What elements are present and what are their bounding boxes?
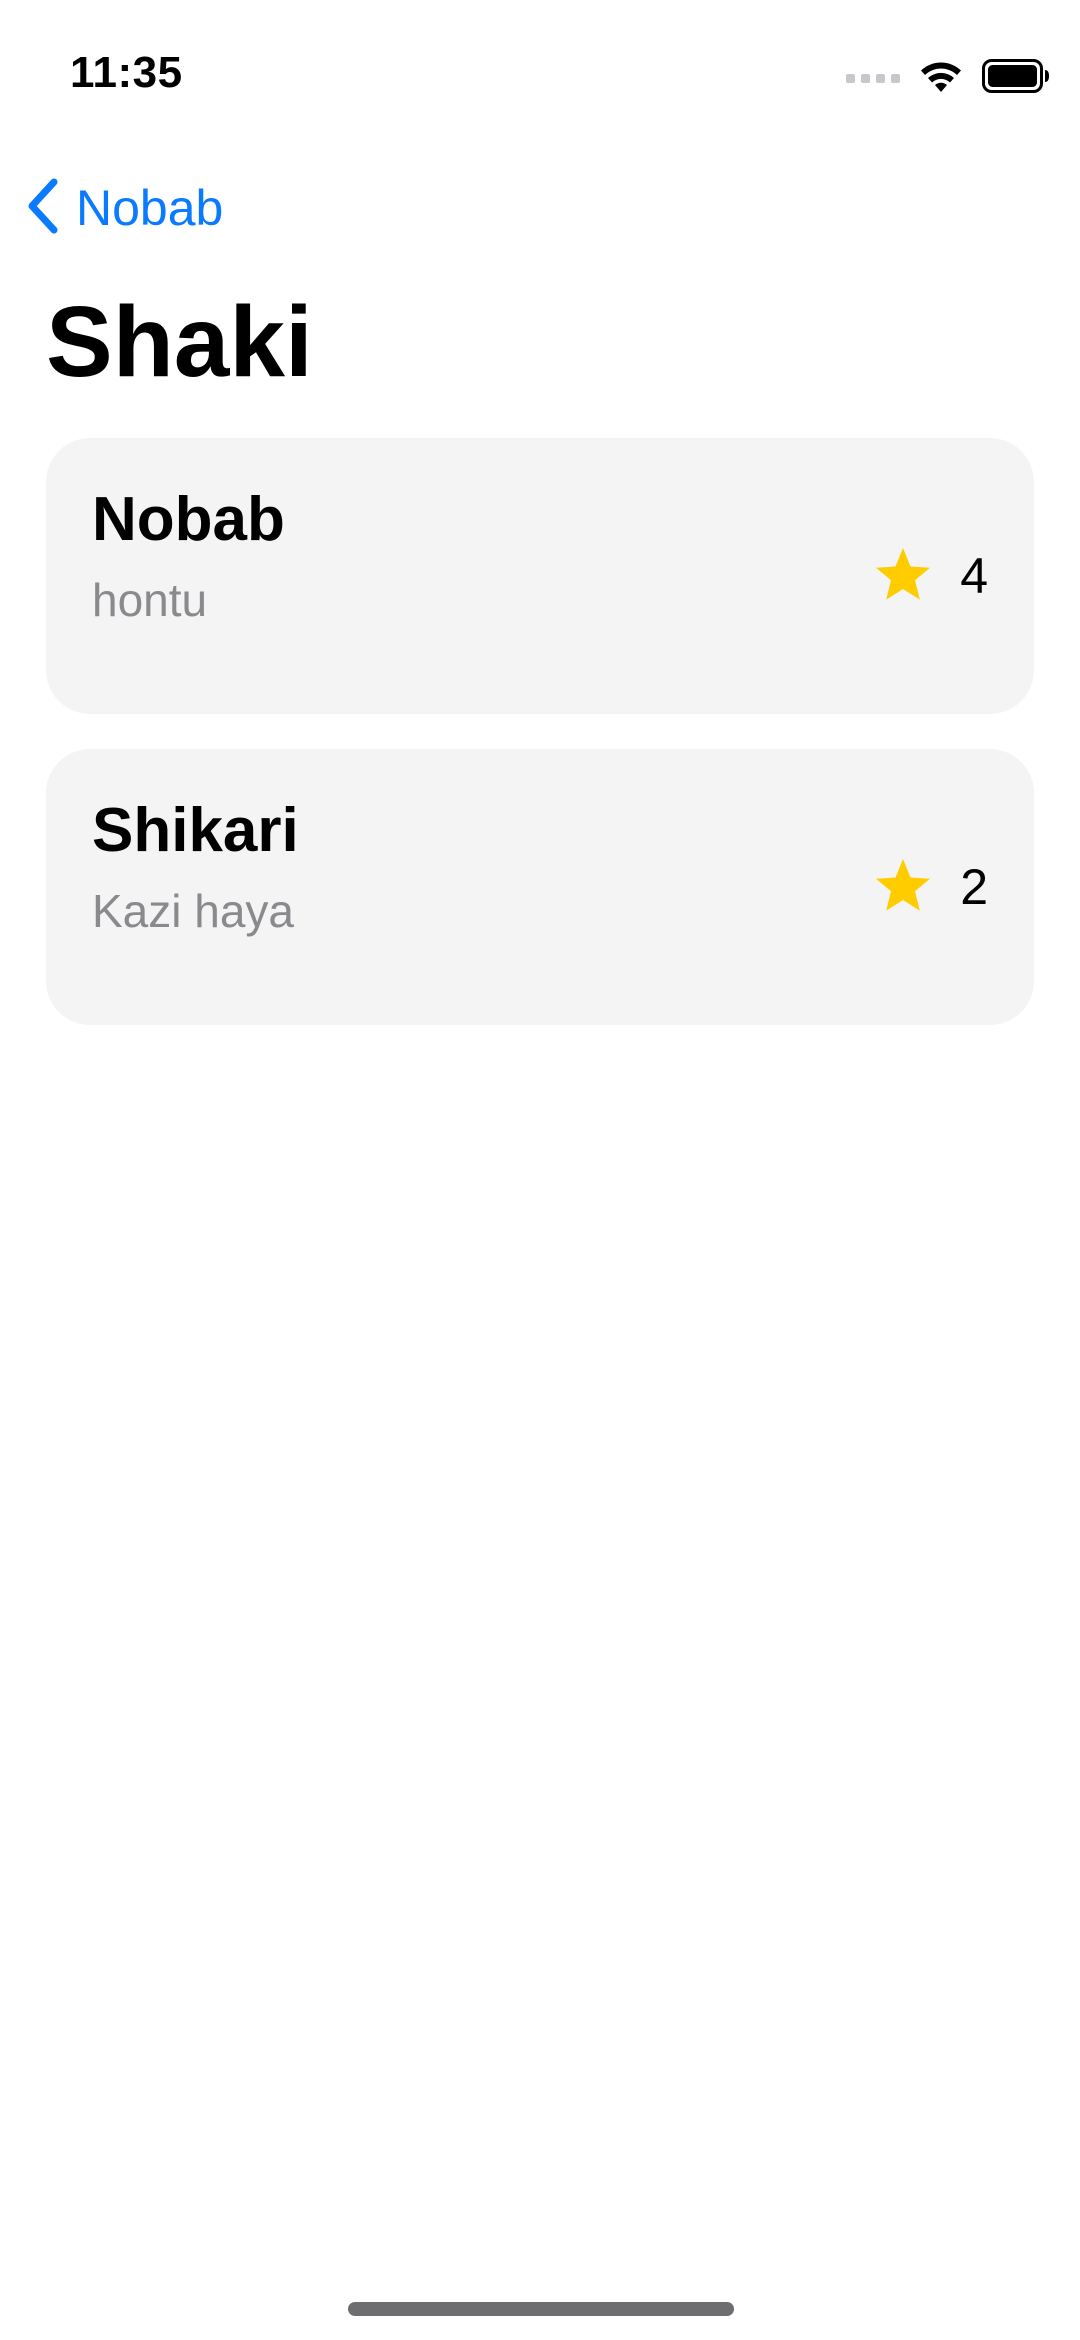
item-list: Nobab hontu 4 Shikari Kazi haya 2 — [46, 438, 1034, 1060]
item-subtitle: hontu — [92, 574, 208, 626]
star-icon — [874, 857, 932, 918]
item-title: Shikari — [92, 796, 299, 865]
screen: 11:35 Nobab Shaki Nobab hontu 4 Shikari … — [0, 0, 1080, 2340]
chevron-left-icon — [22, 176, 62, 241]
back-button-label: Nobab — [76, 180, 224, 236]
item-rating: 4 — [874, 538, 988, 614]
page-title: Shaki — [46, 286, 313, 398]
rating-value: 4 — [960, 548, 988, 604]
battery-icon — [982, 58, 1050, 98]
cellular-signal-icon — [846, 73, 900, 83]
item-rating: 2 — [874, 849, 988, 925]
star-icon — [874, 546, 932, 607]
status-time: 11:35 — [70, 48, 183, 97]
status-bar: 11:35 — [0, 0, 1080, 150]
back-button[interactable]: Nobab — [22, 175, 223, 241]
wifi-icon — [918, 58, 964, 99]
rating-value: 2 — [960, 859, 988, 915]
status-icons — [846, 58, 1050, 98]
item-subtitle: Kazi haya — [92, 885, 295, 937]
list-item[interactable]: Shikari Kazi haya 2 — [46, 749, 1034, 1025]
list-item[interactable]: Nobab hontu 4 — [46, 438, 1034, 714]
home-indicator[interactable] — [348, 2302, 734, 2316]
item-title: Nobab — [92, 485, 285, 554]
